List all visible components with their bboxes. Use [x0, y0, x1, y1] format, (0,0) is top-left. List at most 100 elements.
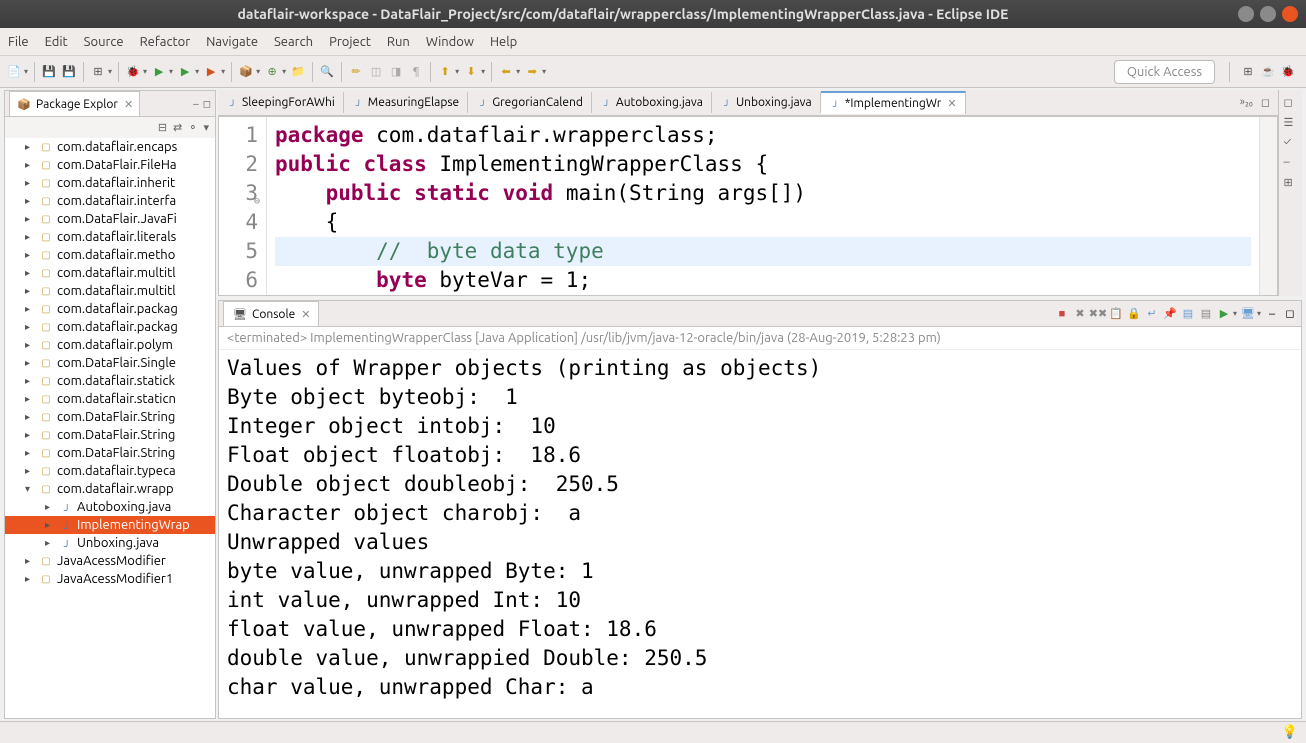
- task-list-icon[interactable]: ✓: [1284, 136, 1298, 150]
- dropdown-icon[interactable]: ▾: [481, 67, 485, 76]
- expand-arrow-icon[interactable]: ▸: [25, 159, 39, 171]
- expand-arrow-icon[interactable]: ▸: [25, 555, 39, 567]
- minimize-icon[interactable]: ◻: [1261, 96, 1270, 109]
- expand-arrow-icon[interactable]: ▸: [25, 195, 39, 207]
- ext-tools-icon[interactable]: ▶: [203, 64, 219, 80]
- remove-launch-icon[interactable]: ✖: [1073, 307, 1087, 321]
- new-package-icon[interactable]: 📦: [238, 64, 254, 80]
- expand-arrow-icon[interactable]: ▸: [25, 285, 39, 297]
- close-icon[interactable]: ✕: [124, 98, 133, 111]
- filter-icon[interactable]: ⚬: [188, 121, 197, 134]
- editor-tab[interactable]: JSleepingForAWhi: [218, 92, 344, 113]
- dropdown-icon[interactable]: ▾: [516, 67, 520, 76]
- menu-search[interactable]: Search: [274, 35, 313, 49]
- expand-arrow-icon[interactable]: ▸: [45, 519, 59, 531]
- expand-arrow-icon[interactable]: ▸: [25, 177, 39, 189]
- expand-arrow-icon[interactable]: ▸: [25, 393, 39, 405]
- editor-tab[interactable]: JAutoboxing.java: [592, 92, 712, 113]
- wand-icon[interactable]: ✏: [348, 64, 364, 80]
- expand-arrow-icon[interactable]: ▸: [45, 537, 59, 549]
- dropdown-icon[interactable]: ▾: [282, 67, 286, 76]
- link-editor-icon[interactable]: ⇄: [173, 121, 182, 134]
- minimize-icon[interactable]: ‒: [1265, 307, 1279, 321]
- expand-arrow-icon[interactable]: ▸: [25, 141, 39, 153]
- open-console-icon[interactable]: ▶: [1217, 307, 1231, 321]
- tree-item[interactable]: ▸▢com.dataflair.inherit: [5, 174, 215, 192]
- scroll-lock-icon[interactable]: 🔒: [1127, 307, 1141, 321]
- toggle-mark-icon[interactable]: ◫: [368, 64, 384, 80]
- menu-run[interactable]: Run: [387, 35, 410, 49]
- tree-item[interactable]: ▸▢com.dataflair.multitl: [5, 282, 215, 300]
- expand-arrow-icon[interactable]: ▸: [25, 213, 39, 225]
- tree-item[interactable]: ▸▢com.dataflair.interfa: [5, 192, 215, 210]
- dropdown-icon[interactable]: ▾: [455, 67, 459, 76]
- expand-arrow-icon[interactable]: ▸: [25, 267, 39, 279]
- show-console-icon[interactable]: ▤: [1181, 307, 1195, 321]
- remove-all-launches-icon[interactable]: ✖✖: [1091, 307, 1105, 321]
- tip-icon[interactable]: 💡: [1282, 725, 1298, 740]
- tree-item[interactable]: ▸▢com.dataflair.multitl: [5, 264, 215, 282]
- expand-arrow-icon[interactable]: ▸: [25, 339, 39, 351]
- tree-item[interactable]: ▸▢com.DataFlair.Single: [5, 354, 215, 372]
- open-type-icon[interactable]: 📁: [290, 64, 306, 80]
- menu-edit[interactable]: Edit: [45, 35, 68, 49]
- dropdown-icon[interactable]: ▾: [1257, 309, 1261, 318]
- expand-arrow-icon[interactable]: ▸: [25, 249, 39, 261]
- tree-item[interactable]: ▸▢com.dataflair.packag: [5, 318, 215, 336]
- dropdown-icon[interactable]: ▾: [256, 67, 260, 76]
- show-whitespace-icon[interactable]: ¶: [408, 64, 424, 80]
- expand-arrow-icon[interactable]: ▸: [25, 357, 39, 369]
- expand-arrow-icon[interactable]: ▸: [25, 411, 39, 423]
- display-selected-icon[interactable]: ▤: [1199, 307, 1213, 321]
- expand-arrow-icon[interactable]: ▸: [25, 321, 39, 333]
- expand-arrow-icon[interactable]: ▸: [45, 501, 59, 513]
- outline-view-icon[interactable]: ⊞: [1284, 176, 1298, 190]
- package-tree[interactable]: ▸▢com.dataflair.encaps▸▢com.DataFlair.Fi…: [5, 138, 215, 718]
- coverage-icon[interactable]: ▶: [177, 64, 193, 80]
- close-icon[interactable]: ✕: [301, 308, 310, 321]
- console-tab[interactable]: 🖥 Console ✕: [223, 301, 319, 326]
- window-close-button[interactable]: [1282, 6, 1298, 22]
- dropdown-icon[interactable]: ▾: [195, 67, 199, 76]
- expand-arrow-icon[interactable]: ▾: [25, 483, 39, 495]
- terminate-icon[interactable]: ■: [1055, 307, 1069, 321]
- tree-item[interactable]: ▸▢com.dataflair.literals: [5, 228, 215, 246]
- tree-item[interactable]: ▸▢com.dataflair.metho: [5, 246, 215, 264]
- tree-item[interactable]: ▸▢com.dataflair.statick: [5, 372, 215, 390]
- run-icon[interactable]: ▶: [151, 64, 167, 80]
- back-icon[interactable]: ⬅: [498, 64, 514, 80]
- debug-perspective-icon[interactable]: 🐞: [1280, 64, 1296, 80]
- save-all-icon[interactable]: 💾: [61, 64, 77, 80]
- prev-annotation-icon[interactable]: ⬆: [437, 64, 453, 80]
- new-console-icon[interactable]: 🖥: [1241, 307, 1255, 321]
- new-icon[interactable]: 📄: [6, 64, 22, 80]
- next-annotation-icon[interactable]: ⬇: [463, 64, 479, 80]
- expand-arrow-icon[interactable]: ▸: [25, 375, 39, 387]
- dropdown-icon[interactable]: ▾: [169, 67, 173, 76]
- menu-window[interactable]: Window: [426, 35, 474, 49]
- menu-navigate[interactable]: Navigate: [206, 35, 258, 49]
- open-perspective-icon[interactable]: ⊞: [1240, 64, 1256, 80]
- editor-tab[interactable]: JUnboxing.java: [712, 92, 821, 113]
- tree-item[interactable]: ▸JUnboxing.java: [5, 534, 215, 552]
- toggle-icon[interactable]: ⊞: [90, 64, 106, 80]
- quick-access-input[interactable]: Quick Access: [1114, 60, 1215, 84]
- maximize-icon[interactable]: ◻: [1283, 307, 1297, 321]
- save-icon[interactable]: 💾: [41, 64, 57, 80]
- restore-icon[interactable]: ◻: [1284, 96, 1298, 110]
- new-class-icon[interactable]: ⊕: [264, 64, 280, 80]
- tree-item[interactable]: ▸JAutoboxing.java: [5, 498, 215, 516]
- tree-item[interactable]: ▸▢JavaAcessModifier1: [5, 570, 215, 588]
- search-icon[interactable]: 🔍: [319, 64, 335, 80]
- tree-item[interactable]: ▸▢com.DataFlair.String: [5, 444, 215, 462]
- dropdown-icon[interactable]: ▾: [108, 67, 112, 76]
- dropdown-icon[interactable]: ▾: [542, 67, 546, 76]
- close-icon[interactable]: ✕: [947, 97, 956, 110]
- editor-tab[interactable]: JGregorianCalend: [468, 92, 592, 113]
- pin-console-icon[interactable]: 📌: [1163, 307, 1177, 321]
- tree-item[interactable]: ▸▢com.DataFlair.String: [5, 408, 215, 426]
- tree-item[interactable]: ▾▢com.dataflair.wrapp: [5, 480, 215, 498]
- word-wrap-icon[interactable]: ↵: [1145, 307, 1159, 321]
- expand-arrow-icon[interactable]: ▸: [25, 231, 39, 243]
- java-perspective-icon[interactable]: ☕: [1260, 64, 1276, 80]
